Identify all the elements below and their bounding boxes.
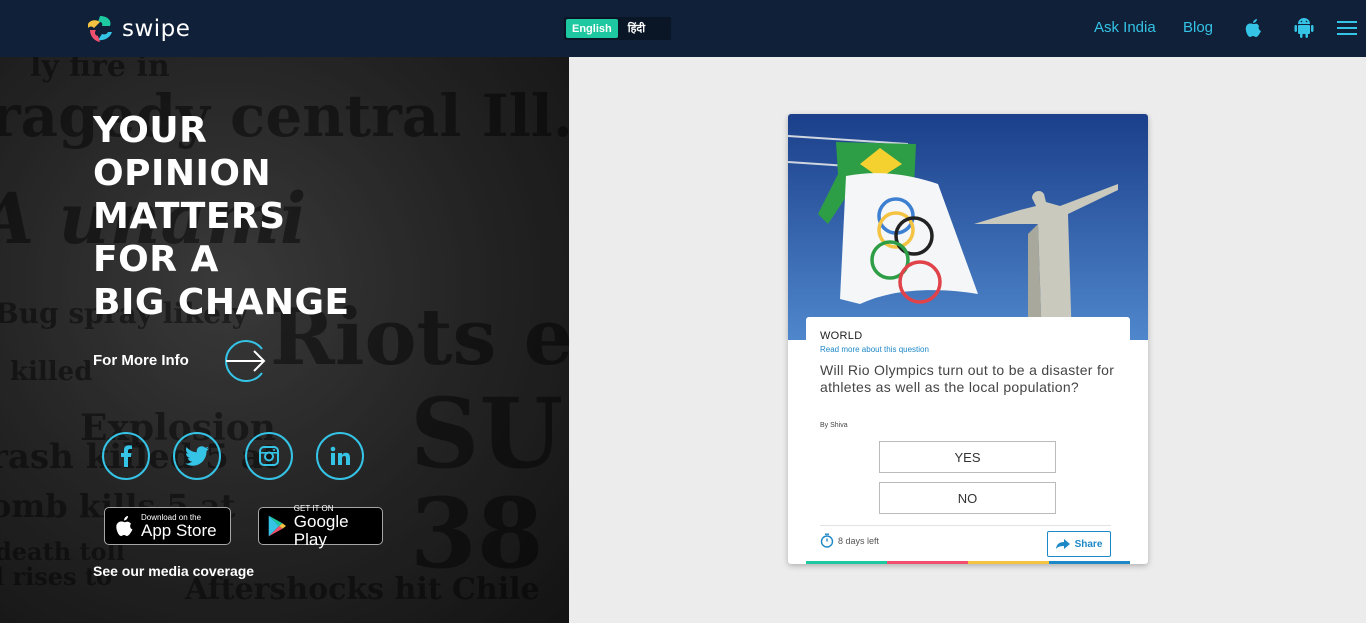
google-play-big-text: Google Play <box>293 511 349 549</box>
hero-title: YOUR OPINION MATTERS FOR A BIG CHANGE <box>93 109 350 324</box>
yes-option-button[interactable]: YES <box>879 441 1056 473</box>
time-left-text: 8 days left <box>838 535 880 546</box>
linkedin-icon[interactable] <box>316 432 364 480</box>
question-text: Will Rio Olympics turn out to be a disas… <box>820 362 1115 395</box>
more-info-label: For More Info <box>93 352 189 369</box>
stopwatch-icon <box>820 533 834 548</box>
hero-title-line: BIG CHANGE <box>93 282 350 323</box>
hero-section: ly fire in ragedy central Ill. A unami R… <box>0 57 569 623</box>
media-coverage-link[interactable]: See our media coverage <box>93 563 254 579</box>
app-store-big-text: App Store <box>141 520 217 540</box>
swipe-logo[interactable]: swipe <box>84 14 190 44</box>
arrow-right-circle-icon[interactable] <box>222 337 270 385</box>
language-switcher: English हिंदी <box>564 17 671 40</box>
rio-olympics-image <box>788 114 1148 340</box>
blog-link[interactable]: Blog <box>1183 19 1213 36</box>
hero-title-line: OPINION <box>93 153 272 194</box>
card-divider <box>820 525 1111 526</box>
android-icon[interactable] <box>1293 15 1315 39</box>
google-play-icon <box>268 515 287 537</box>
share-arrow-icon <box>1055 539 1070 549</box>
language-english-button[interactable]: English <box>566 19 618 38</box>
apple-icon <box>116 516 133 536</box>
card-color-bar <box>806 561 1130 564</box>
author-label: By Shiva <box>820 422 848 429</box>
swipe-logo-icon <box>88 16 112 42</box>
language-hindi-button[interactable]: हिंदी <box>622 19 651 38</box>
apple-icon[interactable] <box>1242 15 1264 39</box>
color-bar-segment <box>968 561 1049 564</box>
hero-title-line: YOUR <box>93 110 208 151</box>
twitter-icon[interactable] <box>173 432 221 480</box>
share-button[interactable]: Share <box>1047 531 1111 557</box>
ask-india-link[interactable]: Ask India <box>1094 19 1156 36</box>
no-option-button[interactable]: NO <box>879 482 1056 514</box>
color-bar-segment <box>806 561 887 564</box>
logo-text: swipe <box>122 16 191 42</box>
top-nav-bar: swipe English हिंदी Ask India Blog <box>0 0 1366 57</box>
hamburger-menu-icon[interactable] <box>1337 21 1357 35</box>
hero-title-line: FOR A <box>93 239 219 280</box>
color-bar-segment <box>1049 561 1130 564</box>
question-card-body: WORLD Read more about this question Will… <box>806 317 1130 564</box>
facebook-icon[interactable] <box>102 432 150 480</box>
question-card: WORLD Read more about this question Will… <box>788 114 1148 564</box>
hero-title-line: MATTERS <box>93 196 286 237</box>
app-store-badge[interactable]: Download on the App Store <box>104 507 231 545</box>
google-play-badge[interactable]: GET IT ON Google Play <box>258 504 383 548</box>
share-label: Share <box>1074 538 1103 550</box>
color-bar-segment <box>887 561 968 564</box>
read-more-link[interactable]: Read more about this question <box>820 345 929 354</box>
instagram-icon[interactable] <box>245 432 293 480</box>
time-left: 8 days left <box>820 533 879 548</box>
category-label: WORLD <box>820 330 863 342</box>
